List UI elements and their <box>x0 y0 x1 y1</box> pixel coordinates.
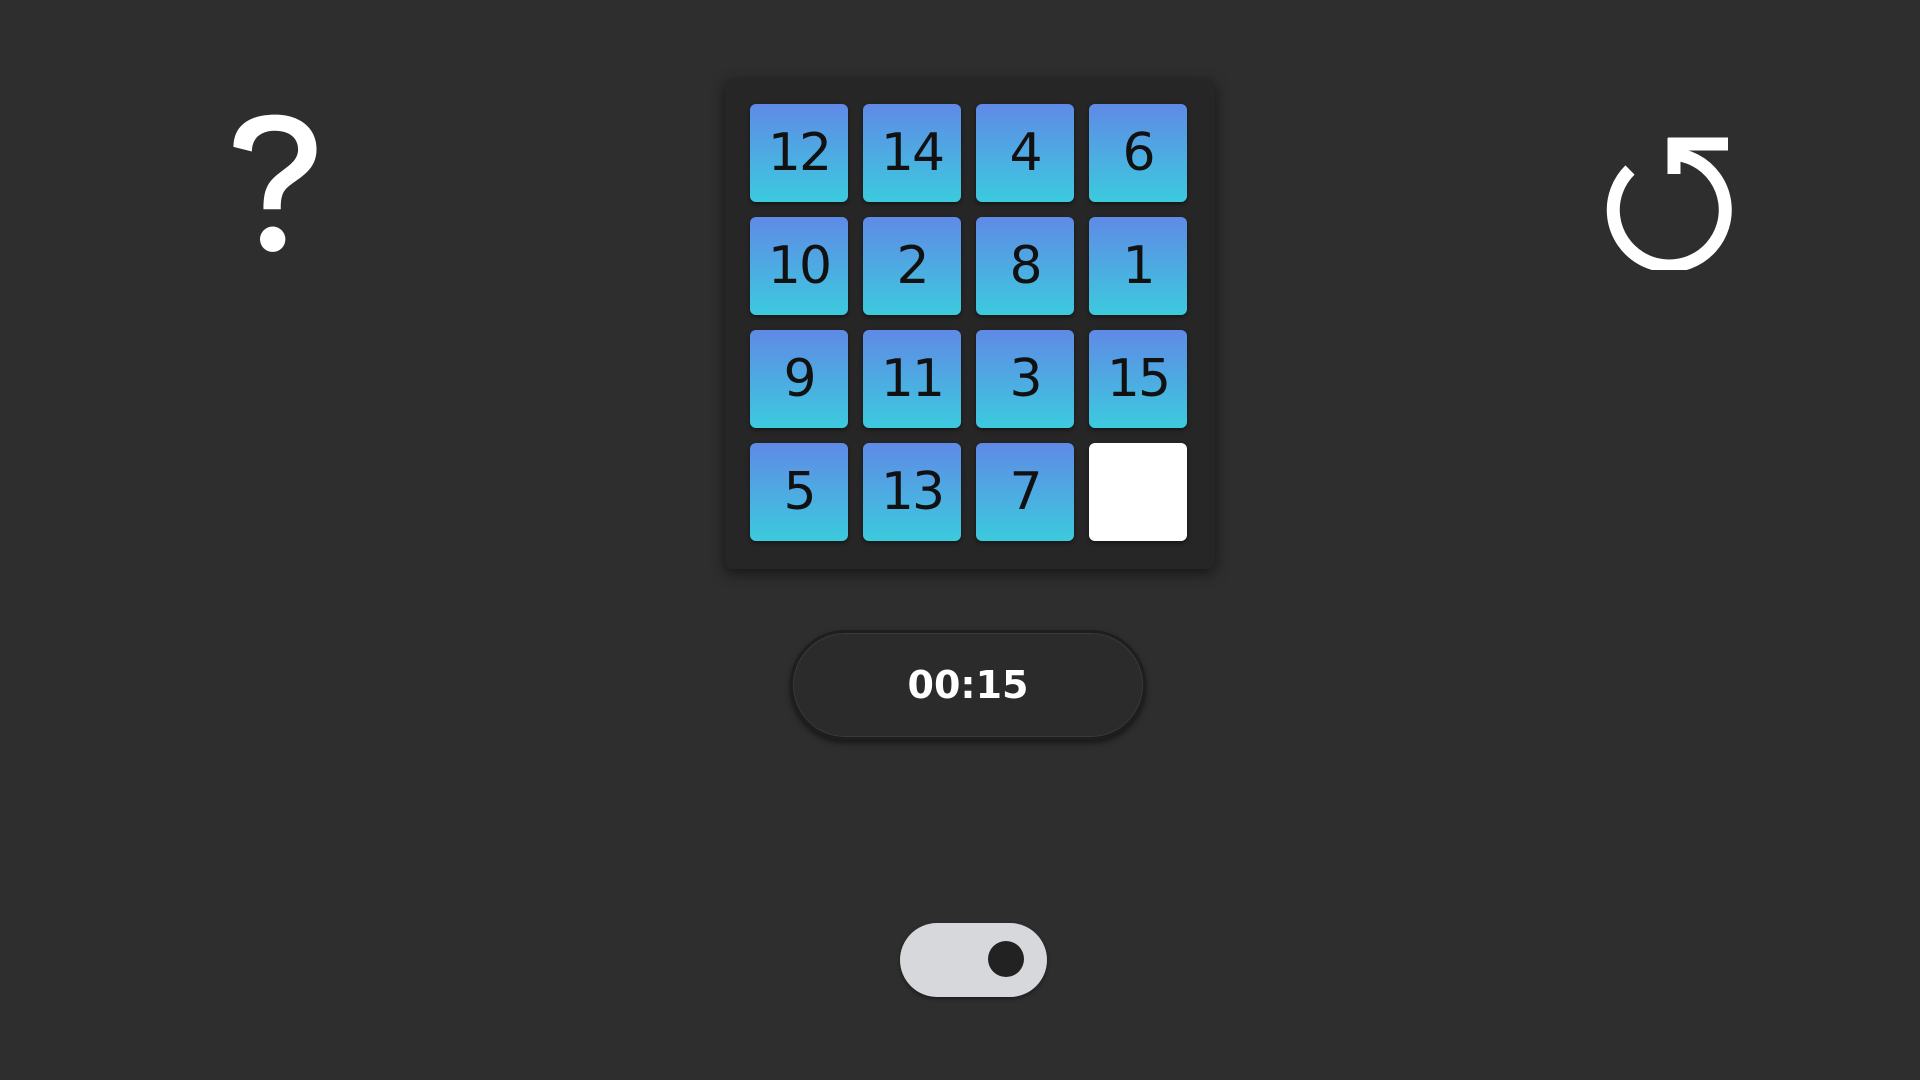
puzzle-tile[interactable]: 6 <box>1089 104 1187 202</box>
puzzle-tile[interactable]: 7 <box>976 443 1074 541</box>
timer-value: 00:15 <box>907 663 1029 707</box>
help-button[interactable] <box>215 110 335 260</box>
restart-icon <box>1606 137 1732 273</box>
puzzle-tile[interactable]: 14 <box>863 104 961 202</box>
restart-button[interactable] <box>1590 130 1740 273</box>
puzzle-tile[interactable]: 9 <box>750 330 848 428</box>
puzzle-board: 12 14 4 6 10 2 8 1 9 11 3 15 5 13 7 <box>725 79 1215 569</box>
empty-tile <box>1089 443 1187 541</box>
puzzle-tile[interactable]: 10 <box>750 217 848 315</box>
toggle-knob <box>988 941 1024 977</box>
game-screen: 12 14 4 6 10 2 8 1 9 11 3 15 5 13 7 00:15 <box>0 0 1920 1080</box>
puzzle-tile[interactable]: 2 <box>863 217 961 315</box>
puzzle-tile[interactable]: 5 <box>750 443 848 541</box>
puzzle-tile[interactable]: 8 <box>976 217 1074 315</box>
puzzle-tile[interactable]: 1 <box>1089 217 1187 315</box>
question-mark-icon <box>233 114 317 252</box>
toggle-switch[interactable] <box>900 923 1047 997</box>
puzzle-tile[interactable]: 13 <box>863 443 961 541</box>
timer-display: 00:15 <box>790 630 1146 740</box>
puzzle-tile[interactable]: 4 <box>976 104 1074 202</box>
puzzle-tile[interactable]: 15 <box>1089 330 1187 428</box>
puzzle-tile[interactable]: 3 <box>976 330 1074 428</box>
puzzle-tile[interactable]: 11 <box>863 330 961 428</box>
puzzle-tile[interactable]: 12 <box>750 104 848 202</box>
